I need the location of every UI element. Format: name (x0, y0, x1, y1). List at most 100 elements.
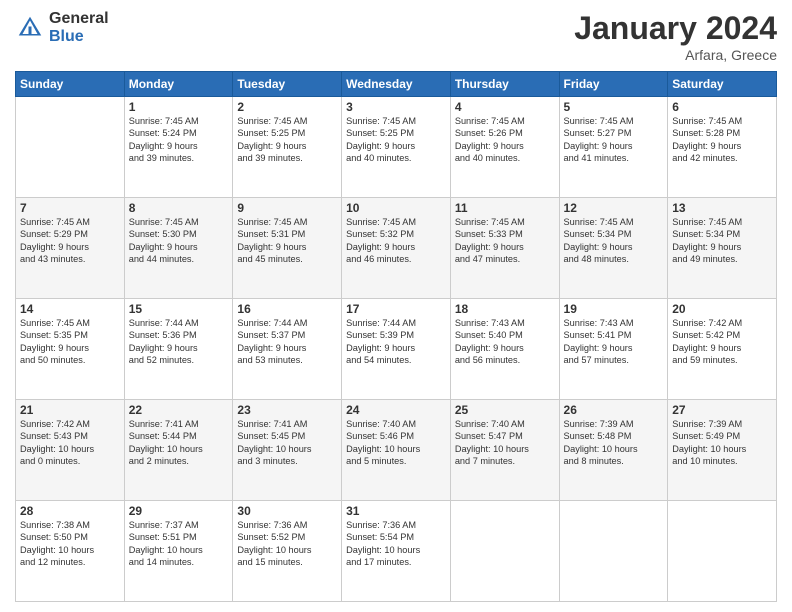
calendar-week-row: 1Sunrise: 7:45 AM Sunset: 5:24 PM Daylig… (16, 97, 777, 198)
day-number: 27 (672, 403, 772, 417)
day-content: Sunrise: 7:45 AM Sunset: 5:24 PM Dayligh… (129, 115, 229, 165)
day-content: Sunrise: 7:40 AM Sunset: 5:46 PM Dayligh… (346, 418, 446, 468)
col-friday: Friday (559, 72, 668, 97)
header: General Blue January 2024 Arfara, Greece (15, 10, 777, 63)
day-content: Sunrise: 7:45 AM Sunset: 5:35 PM Dayligh… (20, 317, 120, 367)
logo-general-text: General (49, 10, 109, 28)
table-row: 24Sunrise: 7:40 AM Sunset: 5:46 PM Dayli… (342, 400, 451, 501)
table-row: 8Sunrise: 7:45 AM Sunset: 5:30 PM Daylig… (124, 198, 233, 299)
table-row: 29Sunrise: 7:37 AM Sunset: 5:51 PM Dayli… (124, 501, 233, 602)
day-content: Sunrise: 7:36 AM Sunset: 5:54 PM Dayligh… (346, 519, 446, 569)
day-number: 3 (346, 100, 446, 114)
table-row: 15Sunrise: 7:44 AM Sunset: 5:36 PM Dayli… (124, 299, 233, 400)
table-row: 22Sunrise: 7:41 AM Sunset: 5:44 PM Dayli… (124, 400, 233, 501)
day-number: 23 (237, 403, 337, 417)
table-row: 31Sunrise: 7:36 AM Sunset: 5:54 PM Dayli… (342, 501, 451, 602)
col-monday: Monday (124, 72, 233, 97)
table-row: 3Sunrise: 7:45 AM Sunset: 5:25 PM Daylig… (342, 97, 451, 198)
day-number: 9 (237, 201, 337, 215)
day-number: 13 (672, 201, 772, 215)
day-number: 6 (672, 100, 772, 114)
table-row (668, 501, 777, 602)
calendar-week-row: 21Sunrise: 7:42 AM Sunset: 5:43 PM Dayli… (16, 400, 777, 501)
day-content: Sunrise: 7:45 AM Sunset: 5:27 PM Dayligh… (564, 115, 664, 165)
day-number: 18 (455, 302, 555, 316)
day-content: Sunrise: 7:45 AM Sunset: 5:34 PM Dayligh… (564, 216, 664, 266)
table-row: 10Sunrise: 7:45 AM Sunset: 5:32 PM Dayli… (342, 198, 451, 299)
table-row: 4Sunrise: 7:45 AM Sunset: 5:26 PM Daylig… (450, 97, 559, 198)
day-number: 8 (129, 201, 229, 215)
table-row: 11Sunrise: 7:45 AM Sunset: 5:33 PM Dayli… (450, 198, 559, 299)
calendar-week-row: 28Sunrise: 7:38 AM Sunset: 5:50 PM Dayli… (16, 501, 777, 602)
table-row: 12Sunrise: 7:45 AM Sunset: 5:34 PM Dayli… (559, 198, 668, 299)
month-title: January 2024 (574, 10, 777, 47)
day-content: Sunrise: 7:43 AM Sunset: 5:40 PM Dayligh… (455, 317, 555, 367)
day-number: 24 (346, 403, 446, 417)
day-content: Sunrise: 7:44 AM Sunset: 5:37 PM Dayligh… (237, 317, 337, 367)
day-number: 29 (129, 504, 229, 518)
day-content: Sunrise: 7:38 AM Sunset: 5:50 PM Dayligh… (20, 519, 120, 569)
table-row: 7Sunrise: 7:45 AM Sunset: 5:29 PM Daylig… (16, 198, 125, 299)
calendar-week-row: 7Sunrise: 7:45 AM Sunset: 5:29 PM Daylig… (16, 198, 777, 299)
table-row: 6Sunrise: 7:45 AM Sunset: 5:28 PM Daylig… (668, 97, 777, 198)
table-row (450, 501, 559, 602)
calendar-header-row: Sunday Monday Tuesday Wednesday Thursday… (16, 72, 777, 97)
table-row: 14Sunrise: 7:45 AM Sunset: 5:35 PM Dayli… (16, 299, 125, 400)
logo-icon (15, 13, 45, 43)
day-content: Sunrise: 7:44 AM Sunset: 5:36 PM Dayligh… (129, 317, 229, 367)
day-content: Sunrise: 7:40 AM Sunset: 5:47 PM Dayligh… (455, 418, 555, 468)
logo: General Blue (15, 10, 109, 45)
day-content: Sunrise: 7:41 AM Sunset: 5:45 PM Dayligh… (237, 418, 337, 468)
table-row: 23Sunrise: 7:41 AM Sunset: 5:45 PM Dayli… (233, 400, 342, 501)
table-row: 30Sunrise: 7:36 AM Sunset: 5:52 PM Dayli… (233, 501, 342, 602)
day-number: 25 (455, 403, 555, 417)
table-row: 19Sunrise: 7:43 AM Sunset: 5:41 PM Dayli… (559, 299, 668, 400)
table-row: 1Sunrise: 7:45 AM Sunset: 5:24 PM Daylig… (124, 97, 233, 198)
col-sunday: Sunday (16, 72, 125, 97)
col-saturday: Saturday (668, 72, 777, 97)
table-row: 26Sunrise: 7:39 AM Sunset: 5:48 PM Dayli… (559, 400, 668, 501)
table-row: 28Sunrise: 7:38 AM Sunset: 5:50 PM Dayli… (16, 501, 125, 602)
day-number: 21 (20, 403, 120, 417)
day-number: 16 (237, 302, 337, 316)
col-thursday: Thursday (450, 72, 559, 97)
day-number: 19 (564, 302, 664, 316)
day-number: 31 (346, 504, 446, 518)
day-number: 10 (346, 201, 446, 215)
day-number: 26 (564, 403, 664, 417)
day-number: 20 (672, 302, 772, 316)
day-content: Sunrise: 7:45 AM Sunset: 5:25 PM Dayligh… (346, 115, 446, 165)
day-number: 22 (129, 403, 229, 417)
day-content: Sunrise: 7:45 AM Sunset: 5:34 PM Dayligh… (672, 216, 772, 266)
day-content: Sunrise: 7:39 AM Sunset: 5:49 PM Dayligh… (672, 418, 772, 468)
day-number: 17 (346, 302, 446, 316)
day-content: Sunrise: 7:41 AM Sunset: 5:44 PM Dayligh… (129, 418, 229, 468)
day-content: Sunrise: 7:45 AM Sunset: 5:32 PM Dayligh… (346, 216, 446, 266)
day-number: 4 (455, 100, 555, 114)
table-row: 27Sunrise: 7:39 AM Sunset: 5:49 PM Dayli… (668, 400, 777, 501)
table-row: 5Sunrise: 7:45 AM Sunset: 5:27 PM Daylig… (559, 97, 668, 198)
day-number: 11 (455, 201, 555, 215)
day-content: Sunrise: 7:45 AM Sunset: 5:29 PM Dayligh… (20, 216, 120, 266)
location-subtitle: Arfara, Greece (574, 47, 777, 63)
table-row (559, 501, 668, 602)
day-content: Sunrise: 7:45 AM Sunset: 5:26 PM Dayligh… (455, 115, 555, 165)
day-number: 12 (564, 201, 664, 215)
day-content: Sunrise: 7:45 AM Sunset: 5:30 PM Dayligh… (129, 216, 229, 266)
col-tuesday: Tuesday (233, 72, 342, 97)
day-number: 15 (129, 302, 229, 316)
page: General Blue January 2024 Arfara, Greece… (0, 0, 792, 612)
day-content: Sunrise: 7:42 AM Sunset: 5:42 PM Dayligh… (672, 317, 772, 367)
table-row: 17Sunrise: 7:44 AM Sunset: 5:39 PM Dayli… (342, 299, 451, 400)
day-number: 14 (20, 302, 120, 316)
day-number: 28 (20, 504, 120, 518)
day-content: Sunrise: 7:45 AM Sunset: 5:31 PM Dayligh… (237, 216, 337, 266)
day-number: 5 (564, 100, 664, 114)
day-content: Sunrise: 7:42 AM Sunset: 5:43 PM Dayligh… (20, 418, 120, 468)
day-number: 1 (129, 100, 229, 114)
day-content: Sunrise: 7:45 AM Sunset: 5:25 PM Dayligh… (237, 115, 337, 165)
day-content: Sunrise: 7:45 AM Sunset: 5:33 PM Dayligh… (455, 216, 555, 266)
table-row: 20Sunrise: 7:42 AM Sunset: 5:42 PM Dayli… (668, 299, 777, 400)
day-number: 7 (20, 201, 120, 215)
table-row: 2Sunrise: 7:45 AM Sunset: 5:25 PM Daylig… (233, 97, 342, 198)
